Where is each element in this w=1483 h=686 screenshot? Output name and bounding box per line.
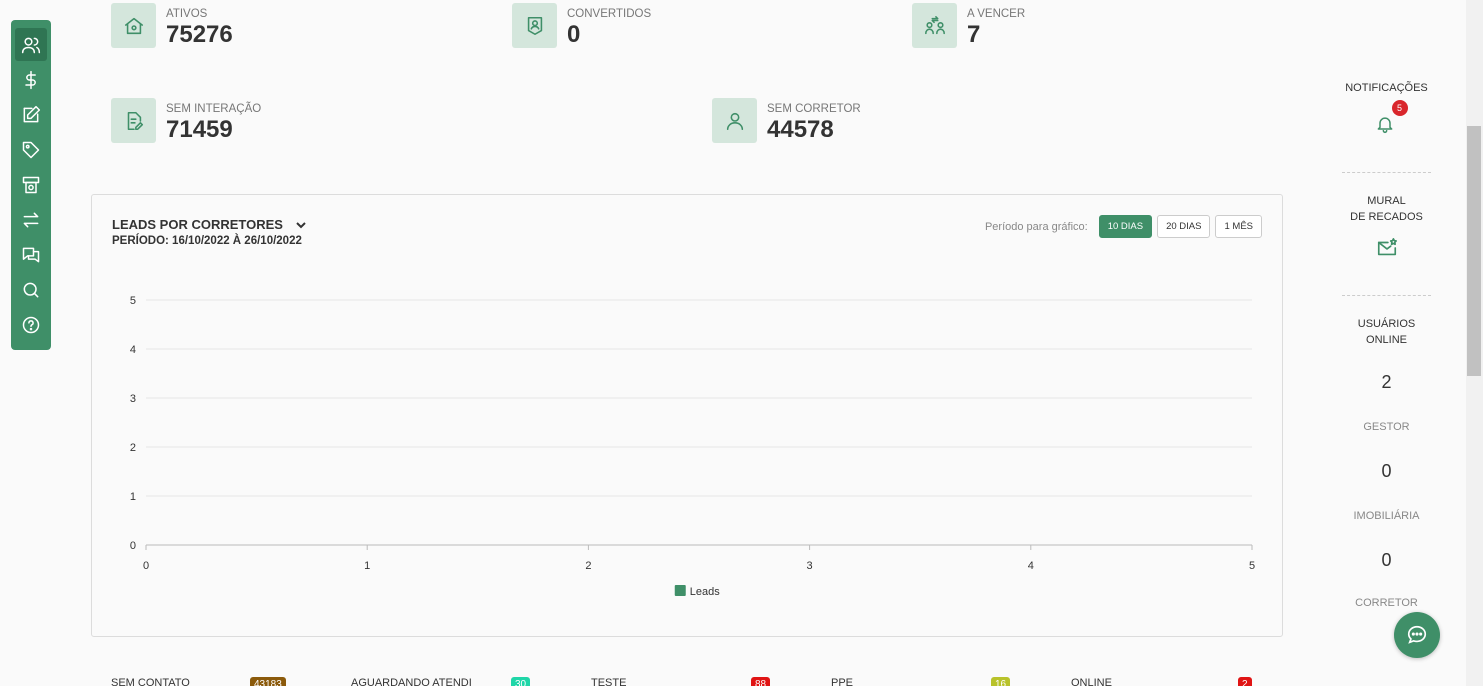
stat-sem-corretor[interactable]: SEM CORRETOR 44578: [712, 98, 861, 144]
bottom-item-count: 88: [751, 677, 771, 686]
bottom-item-label: AGUARDANDO ATENDI: [351, 677, 472, 686]
dashboard: ATIVOS 75276 CONVERTIDOS 0 A VENCER 7 SE…: [0, 0, 1483, 686]
scrollbar-thumb[interactable]: [1467, 126, 1481, 376]
stat-ativos-icon-box: [111, 3, 156, 48]
stat-label: SEM CORRETOR: [767, 103, 861, 115]
stat-label: ATIVOS: [166, 8, 208, 20]
stat-value: 44578: [767, 116, 834, 143]
bottom-item-count: 30: [511, 677, 531, 686]
stat-label: CONVERTIDOS: [567, 8, 652, 20]
stat-value: 0: [567, 21, 581, 48]
y-tick-label: 0: [130, 540, 136, 552]
y-tick-label: 4: [130, 344, 136, 356]
help-icon: [22, 316, 40, 333]
leads-chart-panel: LEADS POR CORRETORES PERÍODO: 16/10/2022…: [91, 194, 1283, 637]
y-tick-label: 5: [130, 295, 136, 307]
x-tick-label: 4: [1028, 560, 1034, 572]
sidebar-item-finance[interactable]: [15, 63, 47, 96]
users-exchange-icon: [924, 15, 945, 34]
stat-a-vencer[interactable]: A VENCER 7: [912, 3, 1025, 49]
sidebar-item-messages[interactable]: [15, 238, 47, 271]
bottom-item-label: TESTE: [591, 677, 627, 686]
bottom-item-label: PPE: [831, 677, 854, 686]
user-badge-icon: [527, 16, 542, 35]
rail-divider: [1342, 172, 1431, 173]
sidebar-item-edit[interactable]: [15, 98, 47, 131]
corretor-label: CORRETOR: [1355, 597, 1418, 609]
notifications-count-badge: 5: [1391, 100, 1408, 116]
chat-fab-button[interactable]: [1394, 612, 1440, 658]
rail-divider: [1342, 295, 1431, 296]
legend-label: Leads: [690, 586, 720, 598]
x-tick-label: 2: [585, 560, 591, 572]
sidebar-item-transfer[interactable]: [15, 203, 47, 236]
bell-icon: [1377, 117, 1392, 134]
stat-ativos[interactable]: ATIVOS 75276: [111, 3, 233, 49]
sidebar-item-tags[interactable]: [15, 133, 47, 166]
imobiliaria-label: IMOBILIÁRIA: [1353, 510, 1420, 522]
chat-bubble-icon: [1407, 625, 1427, 644]
left-sidebar: [11, 20, 51, 350]
envelope-star-icon: [1377, 238, 1397, 256]
legend-swatch: [674, 585, 686, 596]
users-icon: [21, 37, 41, 53]
sidebar-item-leads[interactable]: [15, 28, 47, 61]
imobiliaria-value: 0: [1381, 550, 1392, 570]
x-tick-label: 3: [807, 560, 813, 572]
stat-sem-interacao[interactable]: SEM INTERAÇÃO 71459: [111, 98, 261, 144]
right-rail: NOTIFICAÇÕES 5 MURAL DE RECADOS USUÁRIOS…: [1342, 70, 1431, 609]
stat-sem-corretor-icon-box: [712, 98, 757, 143]
leads-chart: 0 1 2 3 4 5 0 1 2 3 4 5 Leads: [130, 295, 1255, 598]
y-tick-label: 2: [130, 442, 136, 454]
x-tick-label: 0: [143, 560, 149, 572]
stat-value: 7: [967, 21, 981, 48]
mural-button[interactable]: [1342, 223, 1431, 273]
edit-icon: [23, 105, 41, 122]
search-icon: [23, 282, 39, 297]
stat-value: 71459: [166, 116, 233, 143]
gestor-value: 0: [1381, 461, 1392, 481]
bottom-item-label: ONLINE: [1071, 677, 1112, 686]
sidebar-item-help[interactable]: [15, 308, 47, 341]
stat-value: 75276: [166, 21, 233, 48]
stat-a-vencer-icon-box: [912, 3, 957, 48]
chat-icon: [22, 247, 40, 262]
notifications-button[interactable]: 5: [1342, 94, 1431, 134]
online-total: 2: [1381, 372, 1392, 392]
bottom-item-count: 2: [1238, 677, 1252, 686]
stat-convertidos-icon-box: [512, 3, 557, 48]
tag-icon: [22, 141, 40, 158]
sidebar-item-register[interactable]: [15, 168, 47, 201]
y-tick-label: 1: [130, 491, 136, 503]
x-tick-label: 1: [364, 560, 370, 572]
stat-convertidos[interactable]: CONVERTIDOS 0: [512, 3, 651, 49]
gestor-label: GESTOR: [1363, 421, 1410, 433]
transfer-icon: [23, 212, 39, 227]
x-tick-label: 5: [1249, 560, 1255, 572]
y-tick-label: 3: [130, 393, 136, 405]
home-icon: [124, 17, 143, 34]
stat-label: A VENCER: [967, 8, 1026, 20]
bell-wrap: 5: [1375, 100, 1408, 138]
mural-label-line2: DE RECADOS: [1350, 211, 1423, 223]
mural-label-line1: MURAL: [1367, 195, 1406, 207]
stat-sem-interacao-icon-box: [111, 98, 156, 143]
user-icon: [726, 112, 743, 130]
dollar-icon: [25, 70, 36, 89]
online-label-line1: USUÁRIOS: [1357, 318, 1416, 330]
bottom-item-count: 43183: [250, 677, 286, 686]
online-label-line2: ONLINE: [1366, 334, 1407, 346]
stat-label: SEM INTERAÇÃO: [166, 103, 262, 115]
bottom-item-count: 16: [991, 677, 1011, 686]
bottom-item-label: SEM CONTATO: [111, 677, 190, 686]
sidebar-item-search[interactable]: [15, 273, 47, 306]
document-edit-icon: [127, 111, 143, 130]
register-icon: [22, 176, 40, 193]
notifications-label: NOTIFICAÇÕES: [1345, 82, 1428, 94]
